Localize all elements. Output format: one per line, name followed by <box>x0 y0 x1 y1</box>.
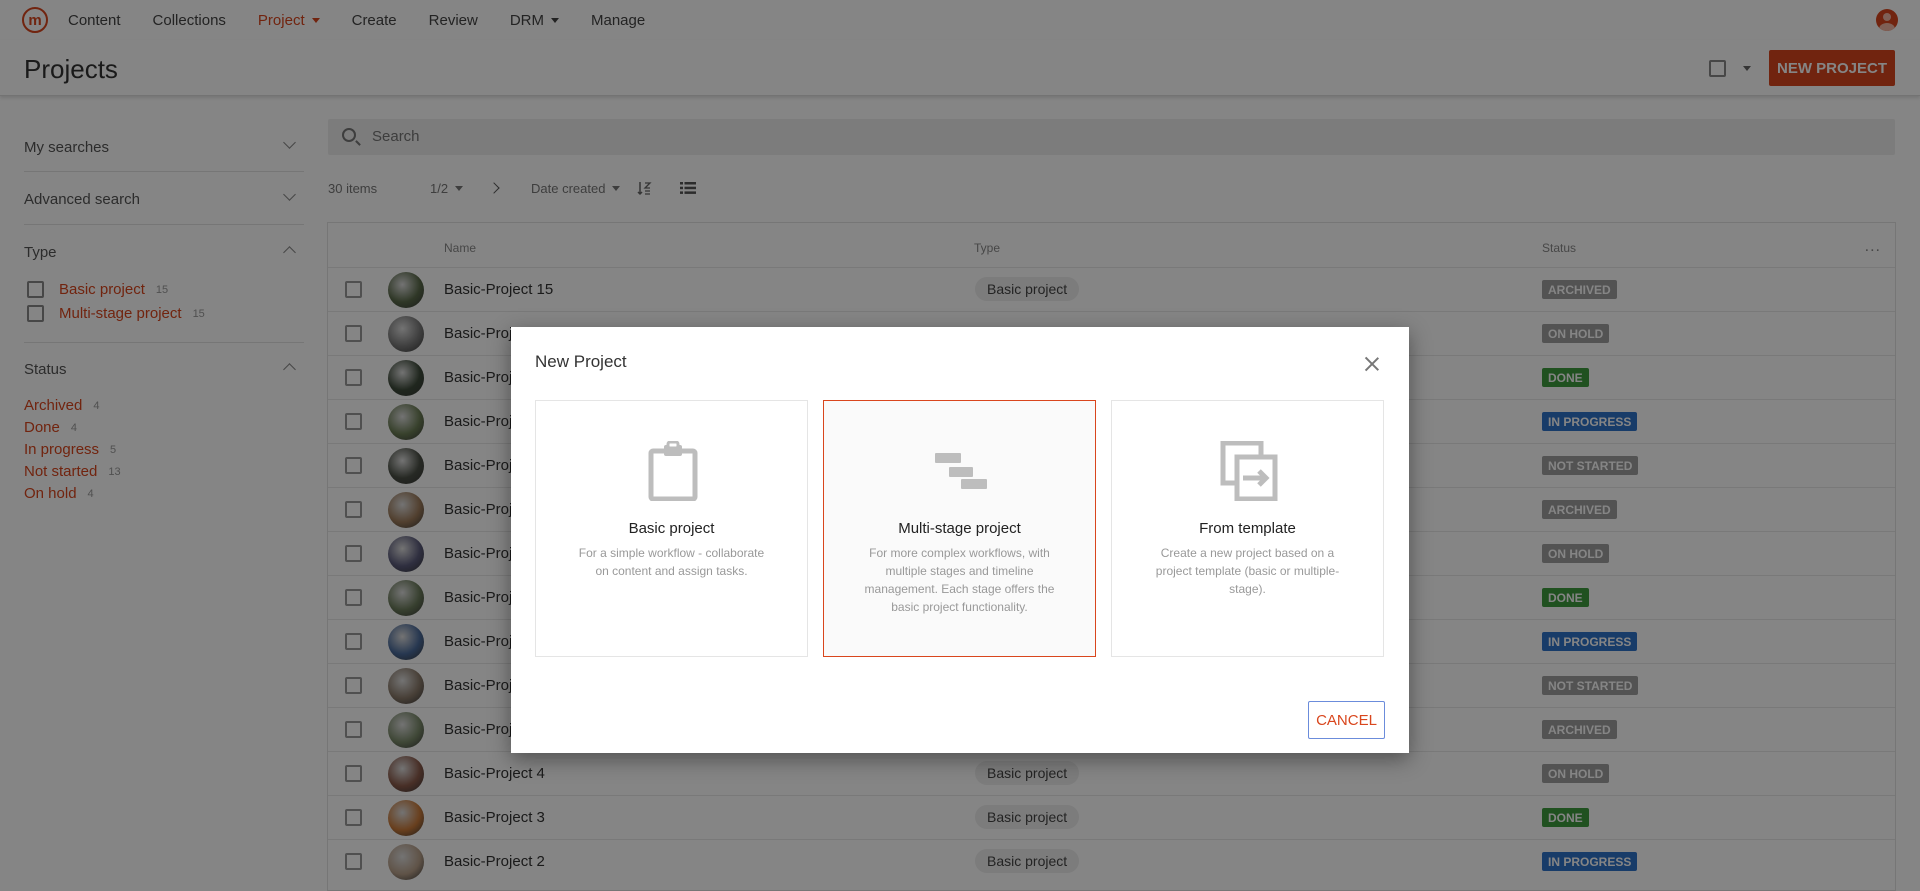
option-title: From template <box>1199 520 1296 537</box>
new-project-dialog: New Project Basic project For a simple w… <box>511 327 1409 753</box>
dialog-title: New Project <box>535 352 627 371</box>
option-from-template[interactable]: From template Create a new project based… <box>1111 400 1384 657</box>
stages-icon <box>935 453 987 489</box>
option-description: Create a new project based on a project … <box>1155 546 1340 596</box>
option-description: For more complex workflows, with multipl… <box>864 546 1055 614</box>
option-multi-stage-project[interactable]: Multi-stage project For more complex wor… <box>823 400 1096 657</box>
option-description: For a simple workflow - collaborate on c… <box>578 546 765 578</box>
clipboard-icon <box>648 441 698 501</box>
option-title: Basic project <box>628 520 715 537</box>
close-icon[interactable] <box>1364 356 1380 372</box>
option-title: Multi-stage project <box>898 520 1021 537</box>
cancel-button[interactable]: CANCEL <box>1308 701 1385 739</box>
template-icon <box>1220 441 1278 501</box>
option-basic-project[interactable]: Basic project For a simple workflow - co… <box>535 400 808 657</box>
